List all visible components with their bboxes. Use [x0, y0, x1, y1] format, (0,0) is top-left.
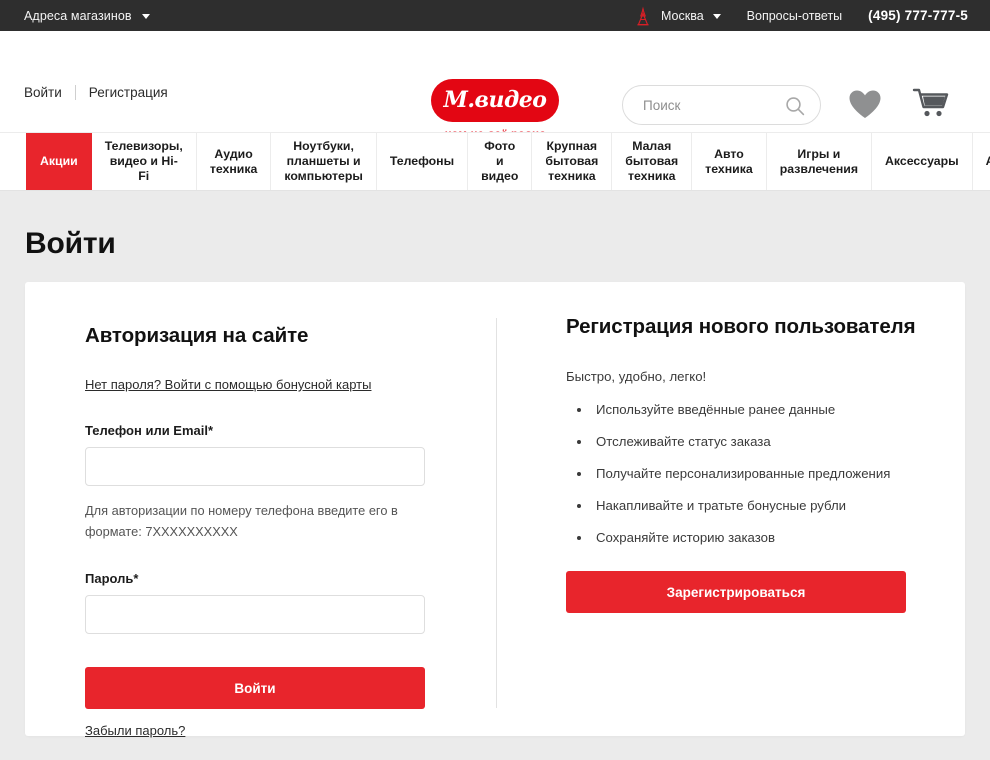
- list-item: Отслеживайте статус заказа: [577, 433, 965, 451]
- nav-item-promo[interactable]: Акции: [26, 133, 92, 190]
- nav-item-audio[interactable]: Аудио техника: [197, 133, 272, 190]
- registration-panel: Регистрация нового пользователя Быстро, …: [497, 282, 965, 736]
- password-field[interactable]: [85, 595, 425, 634]
- moscow-tower-icon: [632, 5, 654, 27]
- email-field-label: Телефон или Email*: [85, 423, 214, 438]
- nav-item-games-entertainment[interactable]: Игры и развлечения: [767, 133, 873, 190]
- search-input[interactable]: [641, 96, 771, 114]
- faq-link[interactable]: Вопросы-ответы: [747, 9, 843, 23]
- registration-benefits-list: Используйте введённые ранее данные Отсле…: [566, 401, 965, 547]
- registration-heading: Регистрация нового пользователя: [566, 315, 916, 338]
- nav-item-phones[interactable]: Телефоны: [377, 133, 469, 190]
- list-item: Сохраняйте историю заказов: [577, 529, 965, 547]
- phone-number[interactable]: (495) 777-777-5: [868, 8, 968, 23]
- top-utility-right: Москва Вопросы-ответы (495) 777-777-5: [632, 0, 968, 31]
- page-title: Войти: [25, 227, 116, 260]
- list-item: Получайте персонализированные предложени…: [577, 465, 965, 483]
- page-content: Войти Авторизация на сайте Нет пароля? В…: [0, 191, 990, 759]
- nav-item-laptops-tablets-computers[interactable]: Ноутбуки, планшеты и компьютеры: [271, 133, 377, 190]
- header-register-link[interactable]: Регистрация: [89, 85, 168, 100]
- logo-text: М.видео: [443, 86, 547, 113]
- nav-item-small-appliances[interactable]: Малая бытовая техника: [612, 133, 693, 190]
- heart-icon[interactable]: [848, 89, 882, 125]
- cart-icon[interactable]: [912, 87, 950, 125]
- email-hint: Для авторизации по номеру телефона введи…: [85, 503, 398, 539]
- login-submit-button[interactable]: Войти: [85, 667, 425, 709]
- email-field[interactable]: [85, 447, 425, 486]
- store-addresses-dropdown[interactable]: Адреса магазинов: [24, 9, 150, 23]
- search-icon[interactable]: [784, 95, 806, 122]
- nav-item-auto[interactable]: Авто техника: [692, 133, 767, 190]
- password-field-label: Пароль*: [85, 571, 139, 586]
- top-utility-bar: Адреса магазинов Москва Вопросы-ответы (…: [0, 0, 990, 31]
- header-auth-links: Войти Регистрация: [24, 85, 168, 100]
- city-label: Москва: [660, 8, 704, 23]
- list-item: Накапливайте и тратьте бонусные рубли: [577, 497, 965, 515]
- auth-card: Авторизация на сайте Нет пароля? Войти с…: [25, 282, 965, 738]
- forgot-password-link[interactable]: Забыли пароль?: [85, 723, 185, 738]
- store-addresses-label: Адреса магазинов: [24, 8, 132, 23]
- city-selector[interactable]: Москва: [661, 9, 721, 23]
- header-login-link[interactable]: Войти: [24, 85, 62, 100]
- search-box[interactable]: [622, 85, 821, 125]
- nav-item-large-appliances[interactable]: Крупная бытовая техника: [532, 133, 613, 190]
- site-header: Войти Регистрация М.видео нам не всё рав…: [0, 31, 990, 141]
- list-item: Используйте введённые ранее данные: [577, 401, 965, 419]
- column-divider: [496, 318, 497, 708]
- nav-item-accessories[interactable]: Аксессуары: [872, 133, 973, 190]
- nav-item-tv-video-hifi[interactable]: Телевизоры, видео и Hi-Fi: [92, 133, 197, 190]
- nav-item-apple[interactable]: Apple: [973, 133, 990, 190]
- registration-lead: Быстро, удобно, легко!: [566, 369, 707, 384]
- bonus-card-login-link[interactable]: Нет пароля? Войти с помощью бонусной кар…: [85, 377, 371, 392]
- chevron-down-icon: [141, 14, 150, 19]
- register-button[interactable]: Зарегистрироваться: [566, 571, 906, 613]
- login-panel: Авторизация на сайте Нет пароля? Войти с…: [25, 282, 497, 738]
- logo-badge: М.видео: [431, 79, 559, 122]
- main-navigation: Акции Телевизоры, видео и Hi-Fi Аудио те…: [0, 132, 990, 191]
- login-heading: Авторизация на сайте: [85, 324, 309, 347]
- chevron-down-icon: [712, 14, 721, 19]
- nav-item-photo-video[interactable]: Фото и видео: [468, 133, 533, 190]
- divider: [74, 85, 76, 100]
